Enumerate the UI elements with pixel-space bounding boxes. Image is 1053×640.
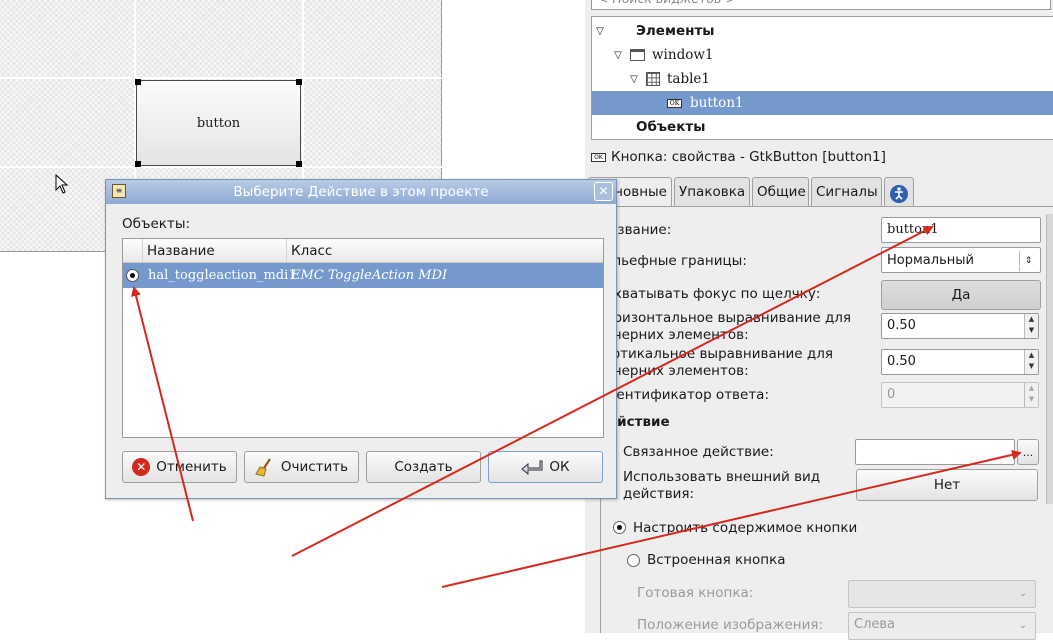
annotation-arrows (131, 226, 1022, 588)
arrow-to-name-field (291, 226, 934, 557)
arrow-to-list-item (131, 286, 194, 522)
arrow-to-browse-button (441, 449, 1022, 588)
